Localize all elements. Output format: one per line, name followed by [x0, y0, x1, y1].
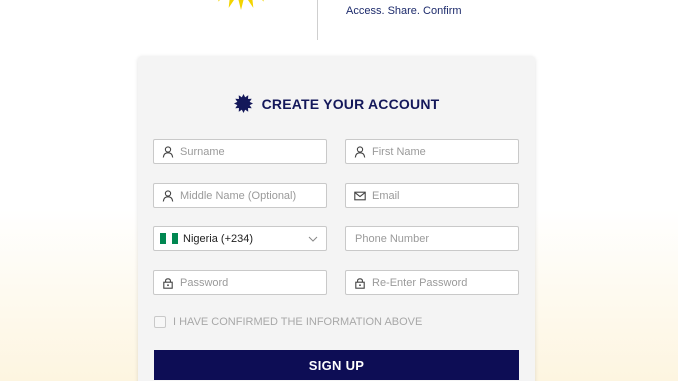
form-title-text: CREATE YOUR ACCOUNT [261, 95, 440, 112]
tagline: Access. Share. Confirm [346, 5, 462, 17]
password-input[interactable] [180, 276, 326, 289]
country-code-value: Nigeria (+234) [183, 232, 254, 245]
user-icon [162, 189, 174, 202]
chevron-down-icon [308, 236, 318, 242]
surname-field[interactable] [153, 139, 327, 164]
logo-icon [186, 0, 296, 40]
email-field[interactable] [345, 183, 519, 208]
user-icon [162, 145, 174, 158]
surname-input[interactable] [180, 145, 326, 158]
confirm-checkbox[interactable] [154, 316, 166, 328]
signup-button[interactable]: SIGN UP [154, 350, 519, 380]
signup-card: CREATE YOUR ACCOUNT N [138, 56, 535, 381]
header-divider [317, 0, 318, 40]
user-icon [354, 145, 366, 158]
middle-name-input[interactable] [180, 189, 326, 202]
phone-field[interactable] [345, 226, 519, 251]
email-input[interactable] [372, 189, 518, 202]
first-name-input[interactable] [372, 145, 518, 158]
badge-icon [233, 94, 253, 113]
nigeria-flag-icon [160, 233, 178, 244]
country-code-select[interactable]: Nigeria (+234) [153, 226, 327, 251]
lock-icon [163, 277, 173, 289]
form-title: CREATE YOUR ACCOUNT [138, 94, 535, 113]
reenter-password-input[interactable] [372, 276, 518, 289]
lock-icon [355, 277, 365, 289]
reenter-password-field[interactable] [345, 270, 519, 295]
confirm-label[interactable]: I HAVE CONFIRMED THE INFORMATION ABOVE [173, 316, 422, 328]
middle-name-field[interactable] [153, 183, 327, 208]
password-field[interactable] [153, 270, 327, 295]
confirm-row: I HAVE CONFIRMED THE INFORMATION ABOVE [154, 316, 422, 328]
first-name-field[interactable] [345, 139, 519, 164]
phone-input[interactable] [346, 232, 518, 245]
mail-icon [354, 191, 366, 200]
